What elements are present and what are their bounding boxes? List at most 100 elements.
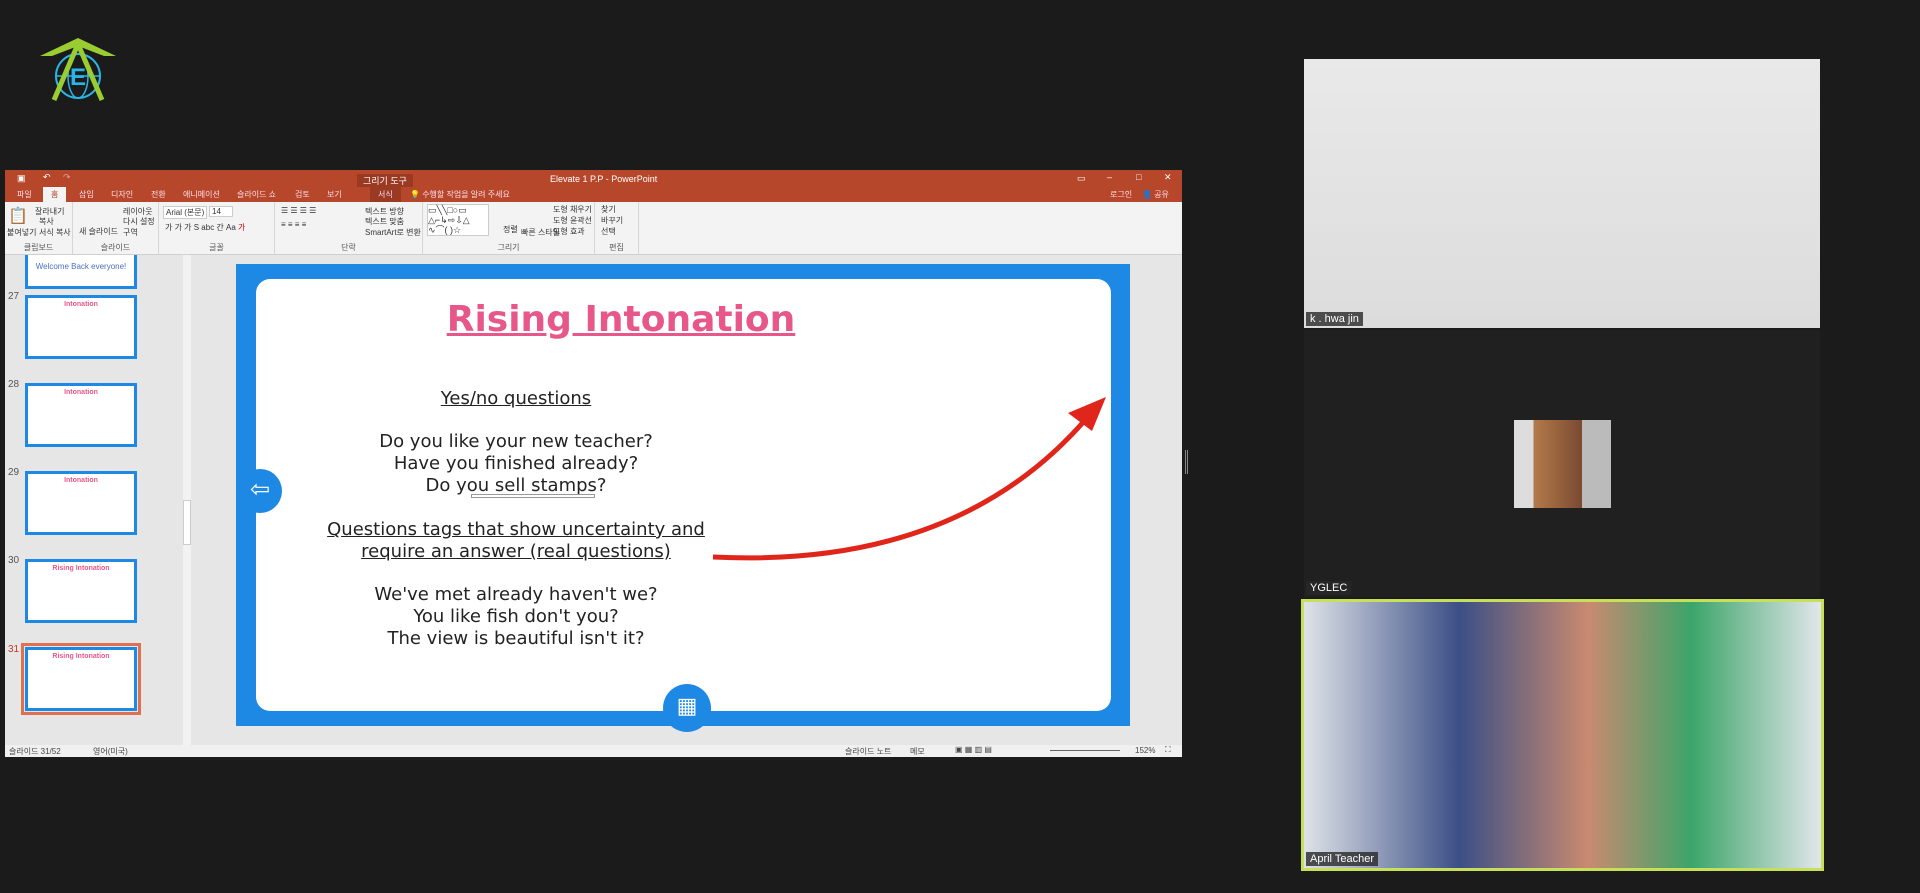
align-text-button[interactable]: 텍스트 맞춤 — [365, 216, 404, 227]
minimize-button[interactable]: – — [1107, 172, 1112, 182]
tab-slideshow[interactable]: 슬라이드 쇼 — [237, 189, 276, 200]
tab-transitions[interactable]: 전환 — [151, 189, 166, 200]
replace-button[interactable]: 바꾸기 — [601, 215, 623, 226]
slides-label: 슬라이드 — [100, 243, 131, 252]
window-title: Elevate 1 P.P - PowerPoint — [550, 174, 658, 184]
participant-video-k-hwa-jin[interactable]: k . hwa jin — [1304, 59, 1820, 328]
participant-name: YGLEC — [1306, 581, 1352, 595]
editing-label: 편집 — [609, 243, 624, 252]
smartart-button[interactable]: SmartArt로 변환 — [365, 227, 421, 238]
thumb-title: Rising Intonation — [52, 653, 110, 660]
ribbon: 📋 붙여넣기 잘라내기 복사 서식 복사 클립보드 새 슬라이드 레이아웃 다시… — [5, 202, 1182, 255]
copy-button[interactable]: 복사 — [39, 216, 54, 227]
comments-button[interactable]: 메모 — [910, 746, 925, 757]
shapes-gallery[interactable]: ▭╲╲□○▭ △⌐↳⇨⇩△ ∿⌒( )☆ — [427, 204, 489, 236]
slide-thumbnail[interactable]: Intonation — [25, 383, 137, 447]
shape-effects-button[interactable]: 도형 효과 — [553, 226, 585, 237]
drawing-label: 그리기 — [497, 243, 520, 252]
slides-group: 새 슬라이드 레이아웃 다시 설정 구역 슬라이드 — [73, 202, 159, 255]
tab-animations[interactable]: 애니메이션 — [183, 189, 220, 200]
tab-file[interactable]: 파일 — [17, 189, 32, 200]
participant-video-april-teacher[interactable]: April Teacher — [1301, 599, 1824, 871]
fit-slide-icon[interactable]: ⛶ — [1165, 745, 1171, 755]
save-icon[interactable]: ▣ — [17, 173, 26, 184]
thumb-title: Intonation — [64, 389, 98, 396]
arrange-button[interactable]: 정렬 — [503, 224, 518, 235]
notes-button[interactable]: 슬라이드 노트 — [845, 746, 891, 757]
context-tab-label: 그리기 도구 — [357, 174, 413, 187]
tell-me-text: 수행할 작업을 알려 주세요 — [422, 190, 510, 199]
reset-button[interactable]: 다시 설정 — [123, 216, 155, 227]
slide-number: 31 — [8, 644, 20, 655]
paste-button[interactable]: 📋 — [8, 206, 28, 226]
zoom-slider[interactable] — [1050, 750, 1120, 751]
tab-format[interactable]: 서식 — [370, 187, 401, 202]
font-size-select[interactable]: 14 — [209, 206, 233, 217]
tab-review[interactable]: 검토 — [295, 189, 310, 200]
slide-thumbnail[interactable]: Intonation — [25, 471, 137, 535]
share-button[interactable]: 👤 공유 — [1142, 189, 1169, 200]
slide-number: 27 — [8, 291, 20, 302]
participant-video-yglec[interactable]: YGLEC — [1304, 330, 1820, 597]
font-label: 글꼴 — [209, 243, 224, 252]
slide-thumbnail[interactable]: Rising Intonation — [25, 559, 137, 623]
tell-me-search[interactable]: 💡 수행할 작업을 알려 주세요 — [410, 189, 510, 200]
shape-fill-button[interactable]: 도형 채우기 — [553, 204, 592, 215]
thumb-title: Intonation — [64, 477, 98, 484]
font-name-select[interactable]: Arial (본문) — [163, 206, 207, 219]
back-arrow-button[interactable]: ⇦ — [238, 469, 282, 513]
tab-view[interactable]: 보기 — [327, 189, 342, 200]
redo-icon[interactable]: ↷ — [63, 172, 71, 183]
editing-group: 찾기 바꾸기 선택 편집 — [595, 202, 639, 255]
ribbon-tabs: 파일 홈 삽입 디자인 전환 애니메이션 슬라이드 쇼 검토 보기 서식 💡 수… — [5, 187, 1182, 202]
panel-resize-handle[interactable] — [1185, 450, 1188, 474]
slide-thumbnail[interactable]: Welcome Back everyone! — [25, 255, 137, 289]
thumb-title: Welcome Back everyone! — [35, 262, 127, 271]
calendar-icon[interactable]: ▦ — [663, 684, 711, 732]
participant-name: k . hwa jin — [1306, 312, 1363, 326]
paragraph-label: 단락 — [341, 243, 356, 252]
close-button[interactable]: ✕ — [1164, 172, 1172, 183]
shape-outline-button[interactable]: 도형 윤곽선 — [553, 215, 592, 226]
select-button[interactable]: 선택 — [601, 226, 616, 237]
title-bar: ▣ ↶ ↷ 그리기 도구 Elevate 1 P.P - PowerPoint … — [5, 170, 1182, 187]
drawing-group: ▭╲╲□○▭ △⌐↳⇨⇩△ ∿⌒( )☆ 정렬 빠른 스타일 도형 채우기 도형… — [423, 202, 595, 255]
ribbon-display-icon[interactable]: ▭ — [1077, 173, 1086, 184]
new-slide-button[interactable]: 새 슬라이드 — [79, 226, 118, 237]
powerpoint-window: ▣ ↶ ↷ 그리기 도구 Elevate 1 P.P - PowerPoint … — [5, 170, 1182, 757]
participant-thumbnail-image — [1514, 420, 1611, 508]
tab-design[interactable]: 디자인 — [111, 189, 133, 200]
thumbnail-scrollbar[interactable] — [183, 255, 191, 745]
slide-thumbnail-selected[interactable]: Rising Intonation — [21, 643, 141, 715]
format-painter-button[interactable]: 서식 복사 — [39, 227, 71, 238]
section-button[interactable]: 구역 — [123, 227, 138, 238]
rising-arrow — [712, 397, 1106, 561]
tab-insert[interactable]: 삽입 — [79, 189, 94, 200]
slide-thumbnail[interactable]: Intonation — [25, 295, 137, 359]
share-label: 공유 — [1154, 190, 1169, 199]
list-buttons[interactable]: ☰ ☰ ☰ ☰ — [281, 206, 316, 215]
slide-number: 28 — [8, 379, 20, 390]
zoom-level[interactable]: 152% — [1135, 746, 1155, 755]
slide-number: 30 — [8, 555, 20, 566]
clipboard-group: 📋 붙여넣기 잘라내기 복사 서식 복사 클립보드 — [5, 202, 73, 255]
language-indicator[interactable]: 영어(미국) — [93, 746, 128, 757]
text-selection-handles[interactable] — [471, 494, 595, 498]
tab-home[interactable]: 홈 — [43, 187, 67, 202]
paragraph-group: ☰ ☰ ☰ ☰ ≡ ≡ ≡ ≡ 텍스트 방향 텍스트 맞춤 SmartArt로 … — [275, 202, 423, 255]
slide-thumbnail-pane: Welcome Back everyone! 27 Intonation 28 … — [5, 255, 193, 745]
paste-label[interactable]: 붙여넣기 — [7, 227, 36, 238]
maximize-button[interactable]: □ — [1136, 172, 1141, 182]
slide-canvas[interactable]: Rising Intonation Yes/no questions Do yo… — [236, 264, 1130, 732]
font-group: Arial (본문) 14 가 가 가 S abc 간 Aa 가 글꼴 — [159, 202, 275, 255]
thumb-title: Rising Intonation — [52, 565, 110, 572]
find-button[interactable]: 찾기 — [601, 204, 616, 215]
align-buttons[interactable]: ≡ ≡ ≡ ≡ — [281, 220, 306, 229]
svg-text:E: E — [70, 64, 86, 91]
signin-link[interactable]: 로그인 — [1110, 189, 1132, 200]
elevate-logo: E — [38, 34, 118, 102]
undo-icon[interactable]: ↶ — [43, 172, 51, 183]
status-bar: 슬라이드 31/52 영어(미국) 슬라이드 노트 메모 ▣ ▦ ▥ ▤ 152… — [5, 745, 1182, 757]
font-format-buttons[interactable]: 가 가 가 S abc 간 Aa 가 — [165, 222, 245, 233]
view-buttons[interactable]: ▣ ▦ ▥ ▤ — [955, 745, 992, 754]
